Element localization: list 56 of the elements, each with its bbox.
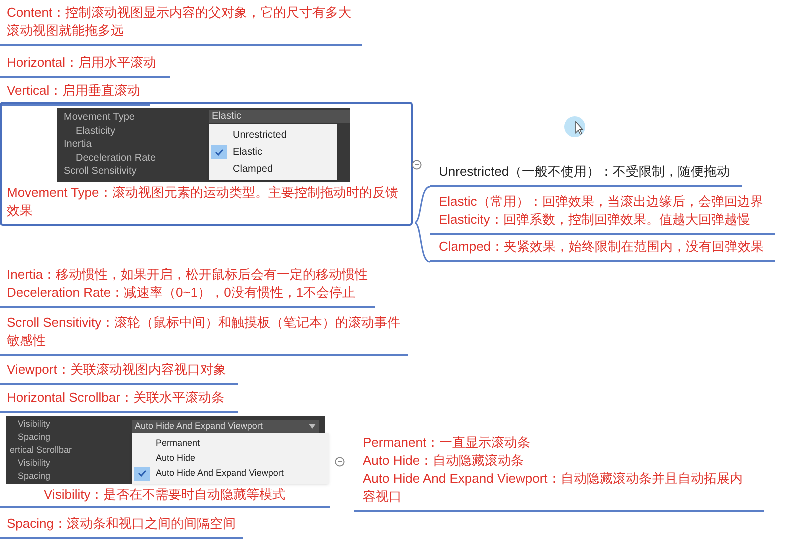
topic-text: Elastic（常用）：回弹效果，当滚出边缘后，会弹回边界	[439, 193, 764, 211]
property-label: ertical Scrollbar	[9, 444, 72, 457]
property-label: Elasticity	[75, 124, 116, 138]
caret-icon	[309, 424, 316, 429]
topic-node[interactable]: Scroll Sensitivity：滚轮（鼠标中间）和触摸板（笔记本）的滚动事件敏感性	[0, 313, 408, 356]
topic-node[interactable]: Inertia：移动惯性，如果开启，松开鼠标后会有一定的移动惯性 Deceleration Rate：减速率（0~1），0没有惯性，1不会停止	[0, 265, 375, 308]
topic-text: Content：控制滚动视图显示内容的父对象，它的尺寸有多大滚动视图就能拖多远	[7, 4, 353, 40]
topic-node[interactable]: Vertical：启用垂直滚动	[0, 81, 150, 106]
property-label: Visibility	[17, 457, 50, 470]
dropdown-option[interactable]: Clamped	[209, 160, 337, 178]
topic-text: Auto Hide：自动隐藏滚动条	[363, 452, 526, 470]
topic-node[interactable]: Horizontal：启用水平滚动	[0, 53, 170, 78]
topic-node[interactable]: Content：控制滚动视图显示内容的父对象，它的尺寸有多大滚动视图就能拖多远	[0, 3, 362, 46]
subtopic-node[interactable]: Clamped：夹紧效果，始终限制在范围内，没有回弹效果	[430, 236, 775, 262]
topic-node[interactable]: Viewport：关联滚动视图内容视口对象	[0, 360, 238, 385]
property-label: Spacing	[17, 431, 51, 444]
property-label: Movement Type	[63, 111, 135, 124]
topic-node[interactable]: Horizontal Scrollbar：关联水平滚动条	[0, 388, 238, 413]
subtopic-node[interactable]: Elastic（常用）：回弹效果，当滚出边缘后，会弹回边界 Elasticity：回弹系数，控制回弹效果。值越大回弹越慢	[430, 191, 775, 235]
topic-text: Horizontal：启用水平滚动	[7, 54, 158, 72]
property-label: Deceleration Rate	[75, 152, 156, 165]
topic-text: Inertia：移动惯性，如果开启，松开鼠标后会有一定的移动惯性	[7, 266, 370, 284]
check-icon	[138, 470, 146, 477]
topic-text: Unrestricted（一般不使用）：不受限制，随便拖动	[439, 163, 732, 181]
dropdown-option[interactable]: Unrestricted	[209, 126, 337, 144]
topic-text: Elasticity：回弹系数，控制回弹效果。值越大回弹越慢	[439, 211, 752, 229]
collapse-icon[interactable]	[335, 457, 345, 467]
property-label: Spacing	[17, 470, 51, 483]
topic-text: Deceleration Rate：减速率（0~1），0没有惯性，1不会停止	[7, 284, 357, 302]
topic-node[interactable]: Visibility Spacing ertical Scrollbar Visibility Spacing Auto Hide And Expand Viewport Permanent Auto Hide Auto Hide And Expand Viewport Visibility：是否在不需要时自动隐藏等模式	[0, 415, 330, 508]
dropdown-field[interactable]: Elastic	[209, 110, 350, 123]
dropdown-option[interactable]: Elastic	[209, 144, 337, 160]
topic-text: Viewport：关联滚动视图内容视口对象	[7, 361, 228, 379]
topic-text: Clamped：夹紧效果，始终限制在范围内，没有回弹效果	[439, 238, 766, 256]
topic-text: Vertical：启用垂直滚动	[7, 82, 142, 100]
topic-node[interactable]: Spacing：滚动条和视口之间的间隔空间	[0, 514, 243, 539]
property-label: Inertia	[63, 138, 92, 152]
collapse-icon[interactable]	[412, 160, 422, 170]
dropdown-option[interactable]: Permanent	[132, 436, 329, 451]
topic-text: Scroll Sensitivity：滚轮（鼠标中间）和触摸板（笔记本）的滚动事件敏感性	[7, 314, 402, 350]
subtopic-node[interactable]: Unrestricted（一般不使用）：不受限制，随便拖动	[430, 161, 742, 187]
topic-text: Spacing：滚动条和视口之间的间隔空间	[7, 515, 237, 533]
cursor-icon	[564, 116, 586, 138]
check-icon	[214, 148, 224, 156]
topic-text: Visibility：是否在不需要时自动隐藏等模式	[44, 486, 287, 504]
dropdown-field[interactable]: Auto Hide And Expand Viewport	[132, 420, 319, 433]
property-label: Visibility	[17, 418, 50, 431]
subtopic-node[interactable]: Permanent：一直显示滚动条 Auto Hide：自动隐藏滚动条 Auto Hide And Expand Viewport：自动隐藏滚动条并且自动拓展内容视口	[354, 432, 764, 512]
topic-text: Permanent：一直显示滚动条	[363, 434, 532, 452]
dropdown-option[interactable]: Auto Hide	[132, 451, 329, 466]
dropdown-option[interactable]: Auto Hide And Expand Viewport	[132, 466, 329, 481]
property-label: Scroll Sensitivity	[63, 165, 137, 178]
topic-text: Horizontal Scrollbar：关联水平滚动条	[7, 389, 226, 407]
topic-text: Movement Type：滚动视图元素的运动类型。主要控制拖动时的反馈效果	[7, 184, 400, 220]
topic-node[interactable]: Movement Type Elasticity Inertia Deceleration Rate Scroll Sensitivity Elastic Unrestricted Elastic Clamped Movement Type：滚动视图元素的运动类型。主要控制拖动时的反馈效果	[0, 102, 413, 226]
topic-text: Auto Hide And Expand Viewport：自动隐藏滚动条并且自动拓展内容视口	[363, 470, 744, 506]
